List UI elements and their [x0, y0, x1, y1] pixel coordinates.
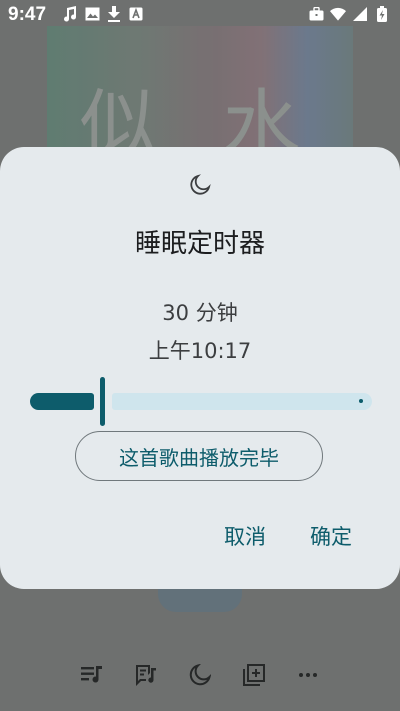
timer-end-time: 上午10:17	[148, 339, 252, 363]
queue-music-icon[interactable]	[79, 662, 105, 688]
end-of-song-button[interactable]: 这首歌曲播放完毕	[75, 431, 323, 481]
battery-charging-icon	[374, 6, 390, 22]
status-time: 9:47	[8, 4, 47, 25]
add-to-playlist-icon[interactable]	[241, 662, 267, 688]
download-icon	[106, 6, 122, 22]
dialog-title: 睡眠定时器	[134, 229, 265, 259]
cancel-button[interactable]: 取消	[224, 521, 266, 551]
system-icons	[308, 6, 390, 22]
timer-minutes: 30 分钟	[162, 301, 238, 325]
lyrics-icon[interactable]	[133, 662, 159, 688]
a-box-icon	[128, 6, 144, 22]
wifi-icon	[330, 6, 346, 22]
slider-handle[interactable]	[100, 377, 105, 426]
image-icon	[84, 6, 100, 22]
more-icon[interactable]	[295, 662, 321, 688]
signal-icon	[352, 6, 368, 22]
notification-icons	[62, 6, 144, 22]
slider-inactive-track	[112, 393, 372, 410]
slider-end-dot	[359, 399, 363, 403]
moon-icon	[189, 174, 211, 196]
timer-slider[interactable]	[30, 377, 372, 427]
moon-icon[interactable]	[187, 662, 213, 688]
sleep-timer-dialog: 睡眠定时器 30 分钟 上午10:17 这首歌曲播放完毕 取消 确定	[0, 147, 400, 589]
ok-button[interactable]: 确定	[310, 521, 352, 551]
briefcase-icon	[308, 6, 324, 22]
slider-active-track	[30, 393, 94, 410]
music-note-icon	[62, 6, 78, 22]
player-bottom-bar	[0, 660, 400, 690]
